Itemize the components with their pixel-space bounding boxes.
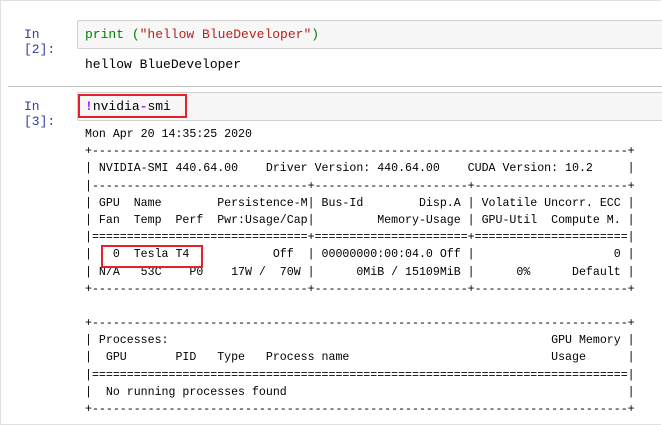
code-func: print — [85, 27, 125, 42]
output-line: | GPU Name Persistence-M| Bus-Id Disp.A … — [85, 196, 635, 210]
output-line: +-------------------------------+-------… — [85, 282, 635, 296]
code-line: print ("hellow BlueDeveloper") — [85, 27, 319, 42]
output-line: |===============================+=======… — [85, 231, 635, 245]
output-line: | Fan Temp Perf Pwr:Usage/Cap| Memory-Us… — [85, 213, 635, 227]
output-line: | GPU PID Type Process name Usage | — [85, 351, 635, 365]
cell-prompt: In [2]: — [24, 27, 56, 57]
output-line: | No running processes found | — [85, 385, 635, 399]
cell-divider — [8, 86, 662, 87]
code-string: "hellow BlueDeveloper" — [139, 27, 312, 42]
nvidia-smi-output: Mon Apr 20 14:35:25 2020 +---------------… — [85, 126, 635, 418]
output-line: +---------------------------------------… — [85, 317, 635, 331]
highlight-box-command — [78, 94, 187, 118]
code-input-cell-2[interactable]: print ("hellow BlueDeveloper") — [77, 20, 662, 49]
highlight-box-gpu-name — [101, 245, 203, 268]
output-line: |-------------------------------+-------… — [85, 179, 635, 193]
output-line: | Processes: GPU Memory | — [85, 334, 635, 348]
cell-output: hellow BlueDeveloper — [85, 57, 242, 72]
output-line: +---------------------------------------… — [85, 145, 635, 159]
cell-prompt: In [3]: — [24, 99, 56, 129]
code-paren-open: ( — [124, 27, 140, 42]
output-line: | NVIDIA-SMI 440.64.00 Driver Version: 4… — [85, 162, 635, 176]
output-line: Mon Apr 20 14:35:25 2020 — [85, 128, 252, 141]
output-line: |=======================================… — [85, 368, 635, 382]
code-paren-close: ) — [311, 27, 320, 42]
output-line: +---------------------------------------… — [85, 403, 635, 416]
